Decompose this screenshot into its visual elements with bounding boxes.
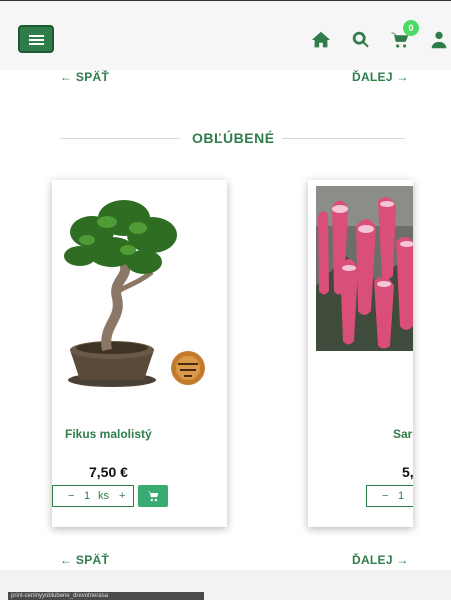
add-to-cart-icon [147,491,159,502]
next-link-top[interactable]: ĎALEJ → [352,70,409,84]
quantity-plus[interactable]: + [119,490,125,502]
menu-button[interactable] [18,25,54,53]
quantity-stepper[interactable]: − 1 [366,485,413,507]
status-bar-url: print-ceninyyoblubene_drevotnerasa [8,592,204,600]
title-divider [60,138,180,139]
section-title-text: OBĽÚBENÉ [192,130,275,146]
menu-icon-bar [29,43,44,45]
title-divider [282,138,405,139]
user-icon[interactable] [428,29,450,51]
product-card-ficus[interactable]: Fikus malolistý 7,50 € − 1 ks + [52,180,227,527]
product-image-ficus [64,200,205,387]
top-bar: 0 [0,0,451,70]
quantity-value[interactable]: 1 [398,490,404,502]
menu-icon-bar [29,39,44,41]
product-image-sarracenia [316,186,413,351]
search-icon[interactable] [350,29,372,51]
menu-icon-bar [29,35,44,37]
quantity-value[interactable]: 1 [84,490,90,502]
quantity-stepper[interactable]: − 1 ks + [52,485,134,507]
quantity-minus[interactable]: − [382,490,388,502]
home-icon[interactable] [310,29,332,51]
back-link-top[interactable]: ← SPÄŤ [60,70,109,84]
section-title: OBĽÚBENÉ [60,130,405,148]
back-link-bottom[interactable]: ← SPÄŤ [60,553,109,567]
product-price: 5, [402,464,413,480]
quantity-minus[interactable]: − [68,490,74,502]
quantity-unit: ks [98,490,109,502]
product-name[interactable]: Sar [393,427,412,441]
cart-count-badge: 0 [403,20,419,36]
product-name[interactable]: Fikus malolistý [65,427,152,441]
next-link-bottom[interactable]: ĎALEJ → [352,553,409,567]
product-card-sarracenia[interactable]: Sar 5, − 1 [308,180,413,527]
product-price: 7,50 € [89,464,128,480]
add-to-cart-button[interactable] [138,485,168,507]
